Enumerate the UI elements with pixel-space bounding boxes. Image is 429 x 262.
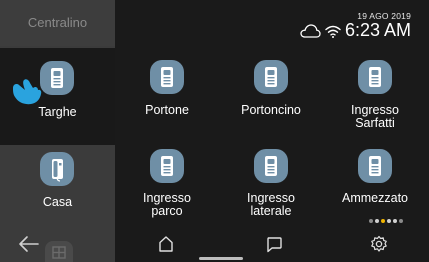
home-indicator[interactable] <box>199 257 243 260</box>
status-bar: 19 AGO 2019 6:23 AM <box>115 0 429 46</box>
pointing-hand-icon <box>13 79 42 105</box>
door-label: Ingresso laterale <box>247 191 295 218</box>
door-item-ingresso-laterale[interactable]: Ingresso laterale <box>219 145 323 225</box>
door-label: Portone <box>145 103 189 117</box>
sidebar: Centralino Targhe Casa <box>0 0 115 262</box>
intercom-panel-icon <box>40 61 74 95</box>
page-dot[interactable] <box>375 219 379 223</box>
clock-time: 6:23 AM <box>344 20 411 40</box>
door-item-portone[interactable]: Portone <box>115 55 219 135</box>
back-arrow-icon[interactable] <box>18 235 40 253</box>
intercom-panel-icon <box>150 149 184 183</box>
page-dot[interactable] <box>387 219 391 223</box>
home-icon[interactable] <box>152 231 180 257</box>
keypad-icon <box>45 241 73 262</box>
sidebar-bottom <box>0 227 115 262</box>
cloud-icon <box>300 24 321 38</box>
door-item-portoncino[interactable]: Portoncino <box>219 55 323 135</box>
door-label: Ingresso Sarfatti <box>351 103 399 130</box>
bottom-navbar <box>115 227 429 262</box>
intercom-panel-icon <box>150 60 184 94</box>
door-item-ingresso-parco[interactable]: Ingresso parco <box>115 145 219 225</box>
door-item-ingresso-sarfatti[interactable]: Ingresso Sarfatti <box>323 55 427 135</box>
wifi-icon <box>325 25 341 38</box>
sidebar-item-casa[interactable]: Casa <box>0 145 115 227</box>
sidebar-item-label: Targhe <box>38 105 77 119</box>
intercom-panel-icon <box>254 149 288 183</box>
door-label: Portoncino <box>241 103 301 117</box>
settings-icon[interactable] <box>365 231 393 257</box>
page-dot[interactable] <box>399 219 403 223</box>
message-icon[interactable] <box>260 231 288 257</box>
intercom-panel-icon <box>254 60 288 94</box>
door-label: Ammezzato <box>342 191 408 205</box>
intercom-panel-icon <box>358 149 392 183</box>
page-dot[interactable] <box>393 219 397 223</box>
sidebar-item-label: Casa <box>42 195 73 209</box>
door-item-ammezzato[interactable]: Ammezzato <box>323 145 427 217</box>
sidebar-title: Centralino <box>0 0 115 46</box>
page-dot[interactable] <box>369 219 373 223</box>
door-label: Ingresso parco <box>143 191 191 218</box>
sidebar-item-targhe[interactable]: Targhe <box>0 48 115 145</box>
intercom-panel-icon <box>358 60 392 94</box>
intercom-handset-icon <box>40 152 74 186</box>
page-dot-active[interactable] <box>381 219 385 223</box>
